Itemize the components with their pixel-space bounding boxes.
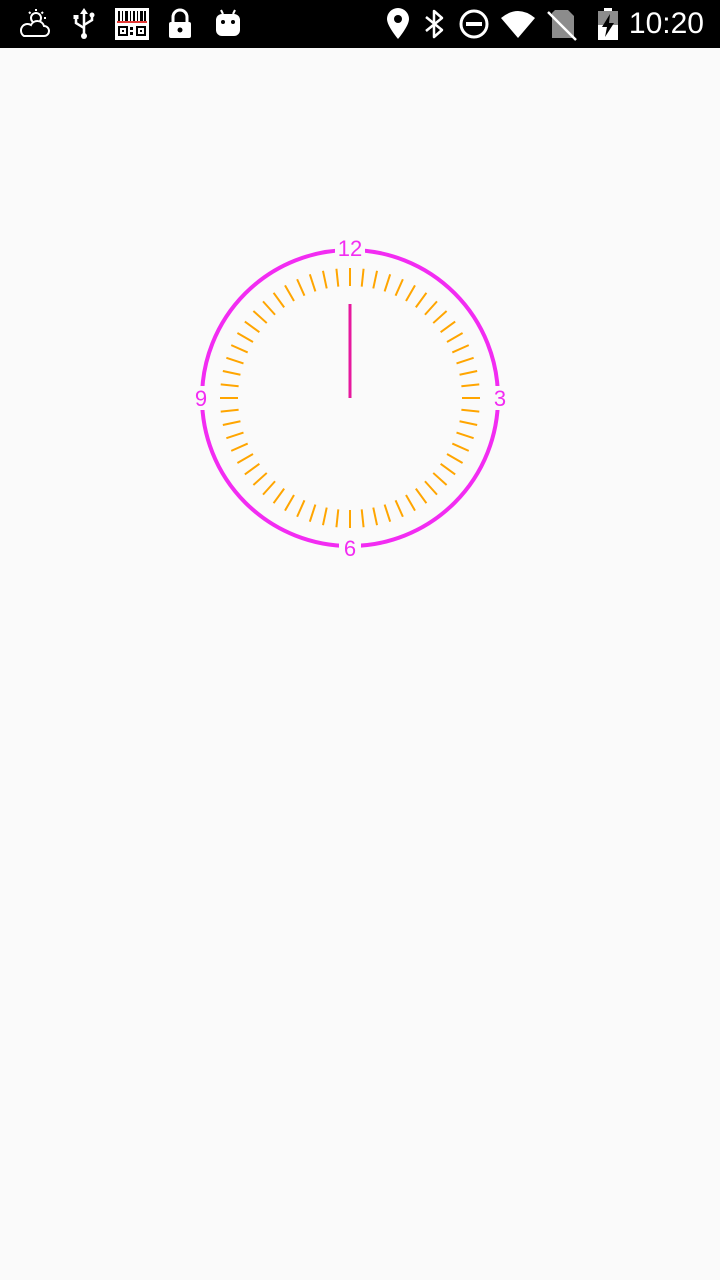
clock-tick <box>446 332 464 343</box>
clock-tick <box>432 472 448 486</box>
status-time: 10:20 <box>628 7 704 40</box>
clock-tick <box>459 369 478 376</box>
clock-tick <box>296 499 306 518</box>
clock-tick <box>226 356 244 365</box>
clock-tick <box>405 284 416 302</box>
clock-tick <box>440 463 456 476</box>
clock-tick <box>456 356 474 365</box>
clock-tick <box>284 284 295 302</box>
clock-tick <box>244 463 260 476</box>
clock-tick <box>335 268 340 287</box>
clock-tick <box>461 383 480 388</box>
clock-tick <box>383 274 392 292</box>
analog-clock: 12 3 6 9 <box>190 236 511 561</box>
clock-tick <box>262 300 276 316</box>
battery-charging-icon <box>590 6 626 42</box>
clock-tick <box>440 320 456 333</box>
location-icon <box>380 6 416 42</box>
clock-tick <box>236 453 254 464</box>
clock-tick <box>230 442 249 452</box>
clock-number-12: 12 <box>338 236 362 261</box>
clock-number-3: 3 <box>494 386 506 411</box>
clock-tick <box>446 453 464 464</box>
clock-tick <box>459 420 478 427</box>
clock-tick <box>360 268 365 287</box>
clock-tick <box>335 509 340 528</box>
clock-tick <box>230 344 249 354</box>
clock-tick <box>372 270 379 289</box>
clock-tick <box>383 504 392 522</box>
barcode-scanner-icon <box>114 6 150 42</box>
clock-tick <box>424 480 438 496</box>
do-not-disturb-icon <box>456 6 492 42</box>
clock-tick <box>451 442 470 452</box>
clock-tick <box>226 431 244 440</box>
weather-cloud-icon <box>16 6 52 42</box>
status-bar: 10:20 <box>0 0 720 48</box>
clock-tick <box>432 310 448 324</box>
wifi-icon <box>500 6 536 42</box>
clock-tick <box>220 408 239 413</box>
clock-tick <box>308 274 317 292</box>
clock-tick <box>372 507 379 526</box>
clock-tick <box>272 292 285 308</box>
clock-tick <box>394 278 404 297</box>
clock-tick <box>321 507 328 526</box>
clock-tick <box>415 292 428 308</box>
clock-number-6: 6 <box>344 536 356 561</box>
clock-tick <box>222 369 241 376</box>
bluetooth-icon <box>416 6 452 42</box>
clock-tick <box>244 320 260 333</box>
clock-tick <box>360 509 365 528</box>
clock-tick <box>220 383 239 388</box>
no-sim-icon <box>544 6 580 42</box>
clock-tick <box>262 480 276 496</box>
clock-tick <box>321 270 328 289</box>
clock-tick <box>461 408 480 413</box>
lock-icon <box>162 6 198 42</box>
clock-tick <box>284 494 295 512</box>
clock-tick <box>394 499 404 518</box>
clock-tick <box>252 310 268 324</box>
clock-tick <box>296 278 306 297</box>
clock-tick <box>456 431 474 440</box>
clock-tick <box>252 472 268 486</box>
clock-tick <box>272 488 285 504</box>
clock-tick <box>236 332 254 343</box>
clock-tick <box>308 504 317 522</box>
clock-tick <box>451 344 470 354</box>
clock-tick <box>424 300 438 316</box>
clock-tick <box>222 420 241 427</box>
clock-face: 12 3 6 9 <box>190 236 511 561</box>
clock-tick <box>405 494 416 512</box>
clock-number-9: 9 <box>195 386 207 411</box>
clock-tick <box>415 488 428 504</box>
usb-icon <box>66 6 102 42</box>
content-area: 12 3 6 9 <box>0 48 720 1280</box>
android-icon <box>210 6 246 42</box>
